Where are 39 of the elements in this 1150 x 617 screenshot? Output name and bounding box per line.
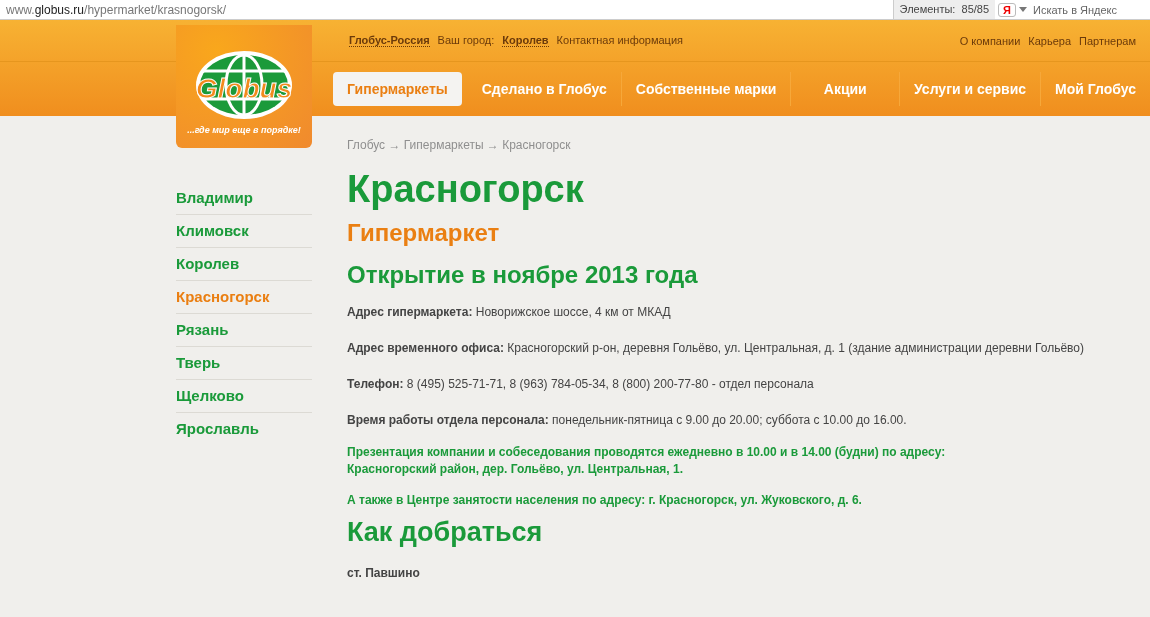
notice-paragraph: А также в Центре занятости населения по адресу: г. Красногорск, ул. Жуковского, д. 6.: [347, 492, 863, 509]
subtitle: Гипермаркет: [347, 218, 501, 248]
top-link[interactable]: Партнерам: [1079, 34, 1136, 47]
opening-heading: Открытие в ноябре 2013 года: [347, 260, 699, 290]
city-menu-item[interactable]: Климовск: [176, 215, 312, 248]
city-menu-item[interactable]: Рязань: [176, 314, 312, 347]
info-paragraph: Адрес временного офиса: Красногорский р-он, деревня Гольёво, ул. Центральная, д. 1 (здание администрации деревни Гольёво): [347, 340, 1084, 356]
breadcrumb: Глобус → Гипермаркеты → Красногорск: [347, 138, 572, 152]
dropdown-icon[interactable]: [1019, 7, 1027, 12]
city-menu-item[interactable]: Тверь: [176, 347, 312, 380]
directions-heading: Как добраться: [347, 517, 544, 547]
search-field[interactable]: Искать в Яндекс: [1031, 2, 1150, 17]
nav-tab[interactable]: Собственные марки: [621, 71, 791, 106]
url-text[interactable]: www.globus.ru/hypermarket/krasnogorsk/: [6, 2, 893, 17]
notice-paragraph: Презентация компании и собеседования проводятся ежедневно в 10.00 и в 14.00 (будни) по адресу: Красногорский район, дер. Гольёво, ул. Центральная, 1.: [347, 444, 947, 478]
info-paragraph: Адрес гипермаркета: Новорижское шоссе, 4 км от МКАД: [347, 304, 672, 320]
city-label: Ваш город:: [437, 34, 495, 47]
contacts-link[interactable]: Контактная информация: [556, 34, 683, 47]
yandex-button[interactable]: Я: [998, 2, 1016, 17]
station-text: ст. Павшино: [347, 565, 421, 581]
city-menu-item[interactable]: Щелково: [176, 380, 312, 413]
logo-slogan: ...где мир еще в порядке!: [187, 125, 301, 135]
city-menu-item[interactable]: Красногорск: [176, 281, 312, 314]
brand-link[interactable]: Глобус-Россия: [349, 34, 430, 47]
top-link[interactable]: Карьера: [1028, 34, 1072, 47]
nav-tab[interactable]: Мой Глобус: [1041, 71, 1150, 106]
city-menu-item[interactable]: Ярославль: [176, 413, 312, 445]
page-title: Красногорск: [347, 167, 585, 212]
nav-tab[interactable]: Гипермаркеты: [333, 71, 462, 106]
city-menu-item[interactable]: Владимир: [176, 182, 312, 215]
nav-tab[interactable]: Услуги и сервис: [900, 71, 1041, 106]
top-link[interactable]: О компании: [959, 34, 1021, 47]
info-paragraph: Телефон: 8 (495) 525-71-71, 8 (963) 784-05-34, 8 (800) 200-77-80 - отдел персонала: [347, 376, 815, 392]
elements-counter: Элементы: 85/85: [892, 0, 996, 19]
nav-tab[interactable]: Сделано в Глобус: [467, 71, 621, 106]
nav-tab[interactable]: Акции: [791, 71, 900, 106]
info-paragraph: Время работы отдела персонала: понедельник-пятница с 9.00 до 20.00; суббота с 10.00 до 16.00.: [347, 412, 908, 428]
city-menu-item[interactable]: Королев: [176, 248, 312, 281]
city-link[interactable]: Королев: [502, 34, 549, 47]
